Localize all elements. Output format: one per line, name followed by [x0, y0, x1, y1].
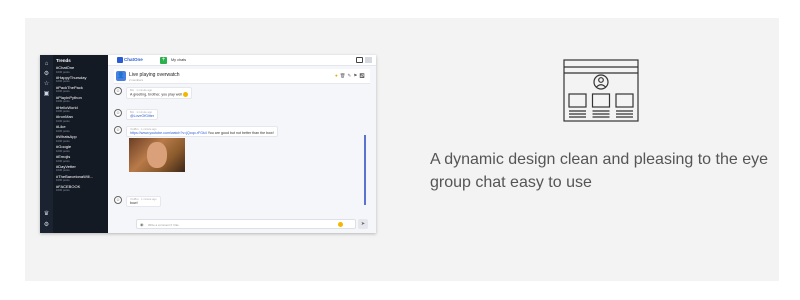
message-bubble: YouBro · 1 minute ago bow!	[126, 196, 161, 207]
trend-count: 1000 posts	[56, 178, 70, 183]
trend-count: 1000 posts	[56, 69, 70, 74]
video-thumbnail[interactable]	[129, 138, 185, 172]
trend-count: 1000 posts	[56, 109, 70, 114]
trend-count: 1000 posts	[56, 99, 70, 104]
message-link[interactable]: https://www.youtube.com/watch?v=jQcqo-rF…	[130, 131, 207, 135]
trend-item[interactable]: #Emojis 1000 posts	[56, 155, 105, 163]
trend-item[interactable]: #ChatOne 1000 posts	[56, 66, 105, 74]
trends-panel: Trends #ChatOne 1000 posts #HappyThursday 1…	[53, 55, 108, 233]
app-screenshot: ⌂ ⚙ ☆ ▣ ♛ ⚙ Trends #ChatOne 1000 posts #Ha…	[40, 55, 376, 233]
message-text[interactable]: @LoveOfGitter	[130, 114, 154, 118]
comment-placeholder: Write a comment if I like	[148, 223, 179, 227]
trend-list: #ChatOne 1000 posts #HappyThursday 1000 pos…	[56, 66, 105, 192]
video-face	[147, 142, 167, 168]
add-chat-button[interactable]: +	[160, 57, 167, 64]
camera-icon[interactable]: ◉	[140, 222, 144, 227]
bot-avatar-icon: ☺	[114, 87, 122, 95]
message-bubble: Bot · 1 minute ago @LoveOfGitter	[126, 109, 159, 120]
chat-header: 👤 Live playing overwatch 2 members ●🗑✎⚑↩	[114, 69, 370, 84]
message-bubble: Bot · 1 minute ago A greeting, brother, …	[126, 87, 192, 99]
emoji-picker-icon[interactable]	[338, 222, 343, 227]
message-text: bow!	[130, 201, 138, 205]
trend-count: 1000 posts	[56, 148, 70, 153]
star-icon[interactable]: ☆	[43, 81, 50, 88]
settings-icon[interactable]: ⚙	[43, 71, 50, 78]
trend-item[interactable]: #PlayInPython 1000 posts	[56, 96, 105, 104]
comment-input[interactable]: ◉ Write a comment if I like	[136, 219, 356, 229]
trend-item[interactable]: #IronMan 1000 posts	[56, 115, 105, 123]
trend-item[interactable]: #Like 1000 posts	[56, 125, 105, 133]
trend-item[interactable]: #HelloWorld 1000 posts	[56, 106, 105, 114]
trend-count: 1000 posts	[56, 118, 70, 123]
trend-count: 1000 posts	[56, 138, 70, 143]
trends-title: Trends	[56, 58, 71, 63]
trend-item[interactable]: #TheBarcelonaWill... 1000 posts	[56, 175, 105, 183]
crown-icon[interactable]: ♛	[43, 211, 50, 218]
inbox-icon[interactable]: ▣	[43, 91, 50, 98]
scrollbar[interactable]	[364, 135, 366, 205]
send-button[interactable]: ➤	[358, 219, 368, 229]
user-avatar-icon: ☺	[114, 196, 122, 204]
trend-item[interactable]: #FACEBOOK 1000 posts	[56, 185, 105, 193]
message-bubble: YouBro · 1 minute ago https://www.youtub…	[126, 126, 278, 137]
trend-count: 1000 posts	[56, 79, 70, 84]
feature-tagline: A dynamic design clean and pleasing to t…	[430, 151, 769, 191]
chat-avatar: 👤	[116, 71, 126, 81]
logo-icon	[117, 57, 123, 63]
trend-item[interactable]: #PackThePack 1000 posts	[56, 86, 105, 94]
trend-count: 1000 posts	[56, 89, 70, 94]
trend-item[interactable]: #WhatsApp 1000 posts	[56, 135, 105, 143]
gear-icon[interactable]: ⚙	[43, 222, 50, 229]
message-text: A greeting, brother, you play well	[130, 92, 182, 97]
emoji-icon	[182, 92, 188, 97]
trend-count: 1000 posts	[56, 168, 70, 173]
trend-item[interactable]: #Google 1000 posts	[56, 145, 105, 153]
icon-rail: ⌂ ⚙ ☆ ▣ ♛ ⚙	[40, 55, 53, 233]
monitor-icon[interactable]	[356, 57, 363, 63]
bot-avatar-icon: ☺	[114, 109, 122, 117]
window-icon[interactable]	[365, 57, 372, 63]
browser-layout-icon	[563, 59, 639, 122]
trend-item[interactable]: #HappyThursday 1000 posts	[56, 76, 105, 84]
chat-actions: ●🗑✎⚑↩	[335, 73, 367, 79]
chat-subtitle: 2 members	[129, 78, 143, 82]
trend-count: 1000 posts	[56, 128, 70, 133]
trend-count: 1000 posts	[56, 188, 70, 193]
app-logo[interactable]: ChatOne	[117, 57, 143, 63]
trend-count: 1000 posts	[56, 158, 70, 163]
message-text: You are good but not better than the bow…	[206, 131, 274, 135]
trend-item[interactable]: #DayVetter 1000 posts	[56, 165, 105, 173]
chat-main: ChatOne + My chats 👤 Live playing overwa…	[108, 55, 376, 233]
logo-label: ChatOne	[124, 57, 143, 63]
top-bar: ChatOne + My chats	[108, 55, 376, 66]
home-icon[interactable]: ⌂	[43, 61, 50, 68]
my-chats-tab[interactable]: My chats	[171, 58, 186, 62]
reply-icon[interactable]: ↩	[359, 73, 367, 78]
user-avatar-icon: ☺	[114, 126, 122, 134]
